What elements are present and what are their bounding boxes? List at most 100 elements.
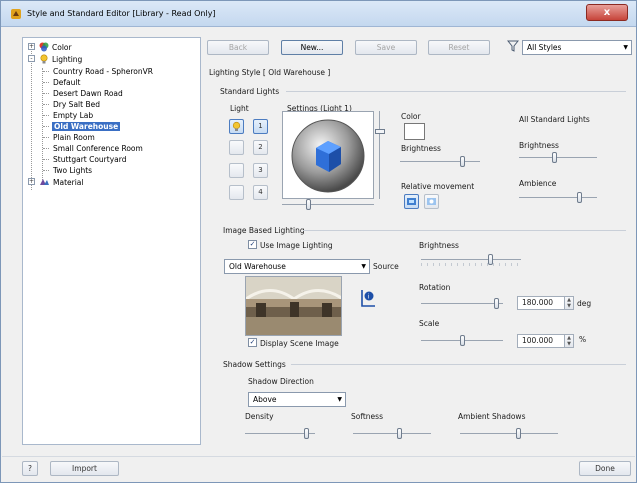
slider-thumb[interactable]	[460, 335, 465, 346]
display-scene-image-checkbox[interactable]: ✓	[248, 338, 257, 347]
softness-label: Softness	[351, 412, 383, 421]
shadow-direction-value: Above	[253, 395, 277, 404]
tree-line	[42, 68, 43, 180]
tree-item-material[interactable]: Material	[53, 178, 83, 187]
tree-item-stuttgart-courtyard[interactable]: Stuttgart Courtyard	[53, 155, 126, 164]
scale-label: Scale	[419, 319, 440, 328]
tree-item-old-warehouse[interactable]: Old Warehouse	[52, 122, 121, 131]
reset-button[interactable]: Reset	[428, 40, 490, 55]
light-position-preview[interactable]	[282, 111, 374, 199]
tree-item-lighting[interactable]: Lighting	[52, 55, 82, 64]
shadow-direction-dropdown[interactable]: Above ▼	[248, 392, 346, 407]
style-filter-dropdown[interactable]: All Styles ▼	[522, 40, 632, 55]
slider-thumb[interactable]	[375, 129, 385, 134]
slider-thumb[interactable]	[304, 428, 309, 439]
relative-movement-off-button[interactable]	[424, 194, 439, 209]
tree-line	[31, 48, 32, 190]
tree-item-small-conference-room[interactable]: Small Conference Room	[53, 144, 143, 153]
tree-item-plain-room[interactable]: Plain Room	[53, 133, 95, 142]
light-2-button[interactable]: 2	[253, 140, 268, 155]
tree-line	[43, 71, 49, 72]
rotation-input[interactable]: 180.000	[517, 296, 565, 310]
footer-divider	[2, 456, 635, 457]
style-tree[interactable]: + Color - Lighting Country Road - Sphero…	[22, 37, 201, 445]
scale-slider[interactable]	[421, 335, 503, 347]
slider-thumb[interactable]	[494, 298, 499, 309]
import-button[interactable]: Import	[50, 461, 119, 476]
rotation-stepper[interactable]: ▲ ▼	[564, 296, 574, 310]
save-button[interactable]: Save	[355, 40, 417, 55]
ibl-source-value: Old Warehouse	[229, 262, 286, 271]
chevron-down-icon: ▼	[623, 44, 628, 51]
light-azimuth-slider[interactable]	[282, 199, 374, 211]
tree-line	[43, 126, 49, 127]
light-elevation-slider[interactable]	[375, 111, 385, 199]
light-4-bulb-toggle[interactable]	[229, 185, 244, 200]
light-3-button[interactable]: 3	[253, 163, 268, 178]
chevron-down-icon: ▼	[337, 396, 342, 403]
light-sphere-preview	[291, 119, 365, 193]
slider-track	[519, 157, 597, 158]
ibl-brightness-slider[interactable]	[421, 254, 521, 266]
back-button[interactable]: Back	[207, 40, 269, 55]
light-4-button[interactable]: 4	[253, 185, 268, 200]
done-button[interactable]: Done	[579, 461, 631, 476]
filter-icon[interactable]	[507, 40, 519, 52]
use-image-lighting-checkbox[interactable]: ✓	[248, 240, 257, 249]
ambient-shadows-slider[interactable]	[460, 428, 558, 440]
ambience-slider[interactable]	[519, 192, 597, 204]
light-1-button[interactable]: 1	[253, 119, 268, 134]
tree-item-default[interactable]: Default	[53, 78, 80, 87]
scale-stepper[interactable]: ▲ ▼	[564, 334, 574, 348]
tree-item-dry-salt-bed[interactable]: Dry Salt Bed	[53, 100, 100, 109]
axis-orientation-icon[interactable]: i	[357, 288, 377, 310]
expander-lighting[interactable]: -	[28, 55, 35, 62]
light-2-bulb-toggle[interactable]	[229, 140, 244, 155]
warehouse-panorama-image	[246, 277, 341, 335]
density-slider[interactable]	[245, 428, 315, 440]
light-3-bulb-toggle[interactable]	[229, 163, 244, 178]
expander-color[interactable]: +	[28, 43, 35, 50]
chevron-down-icon: ▼	[361, 263, 366, 270]
tree-item-country-road[interactable]: Country Road - SpheronVR	[53, 67, 153, 76]
slider-track	[400, 161, 480, 162]
slider-thumb[interactable]	[397, 428, 402, 439]
tree-line	[43, 170, 49, 171]
light-1-bulb-toggle[interactable]	[229, 119, 244, 134]
section-divider	[286, 91, 626, 92]
ibl-source-dropdown[interactable]: Old Warehouse ▼	[224, 259, 370, 274]
slider-track	[421, 303, 503, 304]
scale-input[interactable]: 100.000	[517, 334, 565, 348]
new-style-button[interactable]: New...	[281, 40, 343, 55]
expander-material[interactable]: +	[28, 178, 35, 185]
inventor-app-icon	[11, 9, 21, 19]
tree-line	[43, 115, 49, 116]
tree-line	[43, 148, 49, 149]
slider-thumb[interactable]	[460, 156, 465, 167]
material-style-icon	[40, 179, 49, 185]
rotation-slider[interactable]	[421, 298, 503, 310]
slider-thumb[interactable]	[516, 428, 521, 439]
slider-thumb[interactable]	[306, 199, 311, 210]
tree-item-desert-dawn-road[interactable]: Desert Dawn Road	[53, 89, 123, 98]
all-brightness-label: Brightness	[519, 141, 559, 150]
slider-thumb[interactable]	[552, 152, 557, 163]
slider-thumb[interactable]	[577, 192, 582, 203]
lightbulb-icon	[40, 54, 48, 64]
slider-thumb[interactable]	[488, 254, 493, 265]
all-lights-brightness-slider[interactable]	[519, 152, 597, 164]
tree-item-empty-lab[interactable]: Empty Lab	[53, 111, 93, 120]
relative-movement-on-button[interactable]	[404, 194, 419, 209]
scene-image-preview	[245, 276, 342, 336]
tree-line	[43, 93, 49, 94]
softness-slider[interactable]	[353, 428, 431, 440]
tree-item-color[interactable]: Color	[52, 43, 72, 52]
light-brightness-slider[interactable]	[400, 156, 480, 168]
tree-line	[43, 104, 49, 105]
shadow-settings-section: Shadow Settings	[223, 360, 286, 369]
help-button[interactable]: ?	[22, 461, 38, 476]
close-button[interactable]: x	[586, 4, 628, 21]
tree-item-two-lights[interactable]: Two Lights	[53, 166, 92, 175]
light-color-swatch[interactable]	[404, 123, 425, 140]
rotation-unit: deg	[577, 299, 592, 308]
